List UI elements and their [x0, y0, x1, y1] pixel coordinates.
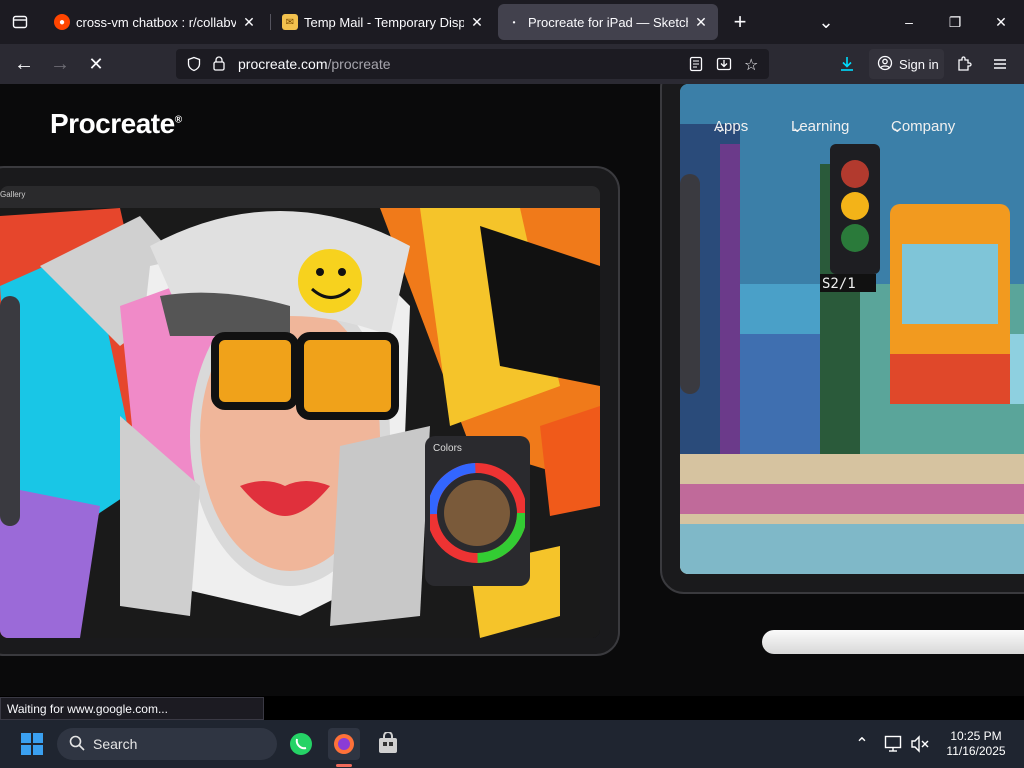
sign-in-button[interactable]: Sign in [869, 49, 944, 79]
shield-icon[interactable] [186, 56, 202, 77]
app-store-icon[interactable] [372, 728, 404, 760]
search-icon [69, 735, 85, 754]
tab-reddit[interactable]: ● cross-vm chatbox : r/collabvm ✕ [46, 4, 266, 40]
registered-mark: ® [174, 114, 182, 126]
tab-strip: ● cross-vm chatbox : r/collabvm ✕ ✉ Temp… [0, 0, 1024, 44]
apple-pencil [762, 630, 1024, 654]
extensions-icon[interactable] [955, 55, 973, 78]
url-domain: procreate.com [238, 56, 328, 72]
minimize-button[interactable]: – [886, 0, 932, 44]
tab-title: Temp Mail - Temporary Disposable [304, 14, 464, 30]
reader-view-icon[interactable] [688, 56, 704, 77]
maximize-button[interactable]: ❐ [932, 0, 978, 44]
chevron-down-icon: ⌄ [891, 119, 904, 136]
bookmark-star-icon[interactable]: ☆ [744, 55, 758, 75]
list-all-tabs-icon[interactable]: ⌄ [812, 8, 840, 36]
ipad-device-left: Gallery Colors [0, 166, 620, 656]
chevron-down-icon: ⌄ [714, 119, 727, 136]
save-to-pocket-icon[interactable] [716, 56, 732, 77]
clock-time: 10:25 PM [950, 729, 1002, 743]
back-button[interactable]: ← [10, 50, 38, 78]
url-path: /procreate [327, 56, 391, 72]
tab-procreate[interactable]: • Procreate for iPad — Sketch, Paint ✕ [498, 4, 718, 40]
mail-icon: ✉ [282, 14, 298, 30]
tram-artwork: S2/1 [680, 84, 1024, 574]
page-content: S2/1 Gallery Colors Procreate® Apps ⌄ Le… [0, 84, 1024, 696]
windows-start-icon[interactable] [16, 728, 48, 760]
chevron-up-icon[interactable]: ⌃ [846, 728, 878, 760]
search-label: Search [93, 736, 138, 752]
chevron-down-icon: ⌄ [791, 119, 804, 136]
url-text[interactable]: procreate.com/procreate [238, 56, 391, 72]
system-clock[interactable]: 10:25 PM 11/16/2025 [936, 729, 1016, 759]
clock-date: 11/16/2025 [946, 744, 1006, 758]
account-icon [877, 55, 893, 74]
gallery-label: Gallery [0, 190, 26, 199]
windows-taskbar: Search ⌃ 10:25 PM 11/16/2025 [0, 720, 1024, 768]
colors-panel[interactable]: Colors [425, 436, 530, 586]
whatsapp-icon[interactable] [285, 728, 317, 760]
sign-in-label: Sign in [899, 56, 939, 72]
url-bar[interactable]: procreate.com/procreate ☆ [176, 49, 769, 79]
close-tab-icon[interactable]: ✕ [468, 14, 486, 31]
procreate-logo[interactable]: Procreate® [50, 108, 182, 140]
menu-hamburger-icon[interactable] [991, 55, 1009, 78]
ipad-device-right: S2/1 [660, 84, 1024, 594]
forward-button[interactable]: → [46, 50, 74, 78]
loading-dot-icon: • [512, 17, 516, 27]
collage-artwork: Gallery Colors [0, 186, 600, 638]
reddit-icon: ● [54, 14, 70, 30]
tab-separator [270, 14, 271, 30]
volume-muted-icon[interactable] [904, 728, 936, 760]
new-tab-icon[interactable]: + [726, 8, 754, 36]
tab-temp-mail[interactable]: ✉ Temp Mail - Temporary Disposable ✕ [274, 4, 494, 40]
navigation-toolbar: ← → ✕ procreate.com/procreate ☆ Sign in [0, 44, 1024, 84]
sign-text: S2/1 [822, 276, 856, 292]
lock-icon[interactable] [212, 55, 226, 76]
active-app-indicator [336, 764, 352, 767]
close-tab-icon[interactable]: ✕ [692, 14, 710, 31]
stop-loading-button[interactable]: ✕ [82, 50, 110, 78]
downloads-icon[interactable] [838, 55, 856, 78]
tab-manager-icon[interactable] [6, 8, 34, 36]
colors-title: Colors [433, 443, 462, 454]
tab-title: cross-vm chatbox : r/collabvm [76, 14, 236, 30]
tab-title: Procreate for iPad — Sketch, Paint [528, 14, 688, 30]
taskbar-search[interactable]: Search [57, 728, 277, 760]
firefox-icon[interactable] [328, 728, 360, 760]
close-tab-icon[interactable]: ✕ [240, 14, 258, 31]
status-bar: Waiting for www.google.com... [0, 697, 264, 720]
logo-text: Procreate [50, 108, 175, 139]
close-window-button[interactable]: ✕ [978, 0, 1024, 44]
